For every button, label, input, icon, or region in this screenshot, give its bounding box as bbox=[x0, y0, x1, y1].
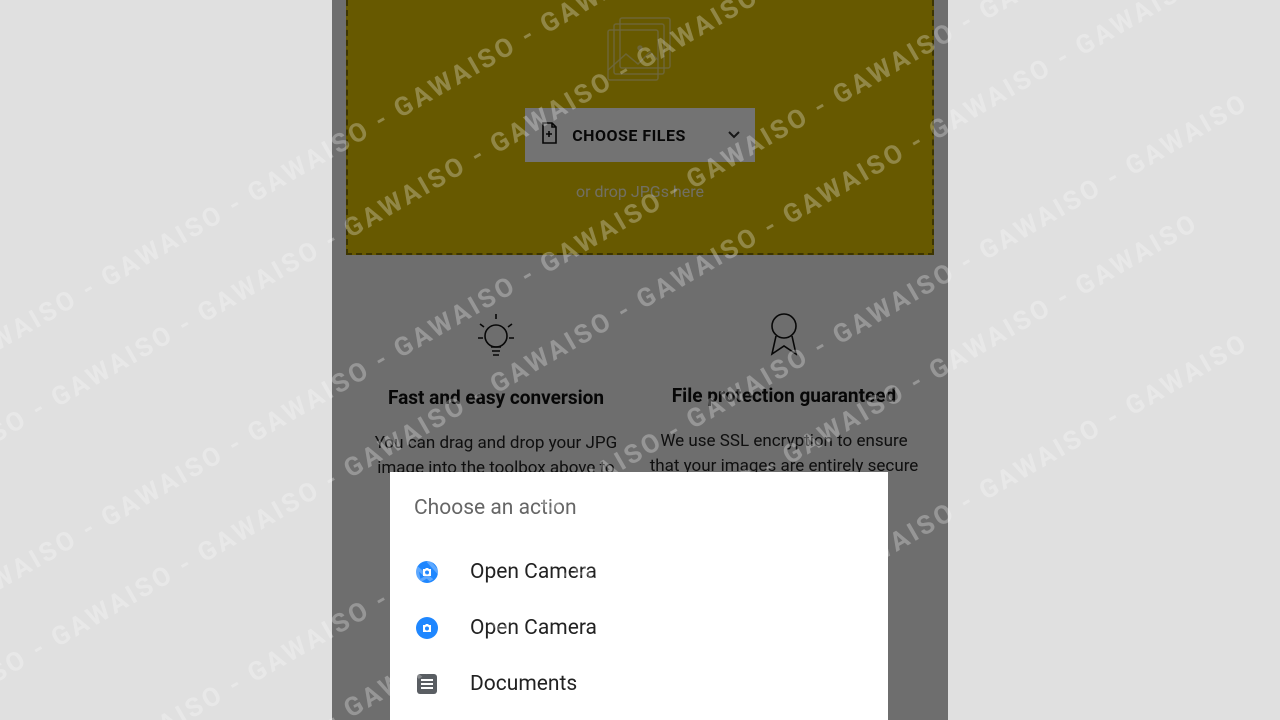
sheet-item-open-camera[interactable]: Open Camera bbox=[414, 544, 864, 600]
phone-viewport: CHOOSE FILES or drop JPGs here Fast and … bbox=[332, 0, 948, 720]
sheet-item-label: Open Camera bbox=[470, 560, 597, 584]
sheet-item-documents[interactable]: Documents bbox=[414, 656, 864, 712]
document-icon bbox=[414, 671, 440, 697]
sheet-title: Choose an action bbox=[414, 496, 864, 520]
sheet-item-label: Open Camera bbox=[470, 616, 597, 640]
sheet-item-open-camera[interactable]: Open Camera bbox=[414, 600, 864, 656]
camera-icon bbox=[414, 559, 440, 585]
sheet-item-label: Documents bbox=[470, 672, 577, 696]
camera-icon bbox=[414, 615, 440, 641]
action-sheet: Choose an action Open Camera Open Camera… bbox=[390, 472, 888, 720]
